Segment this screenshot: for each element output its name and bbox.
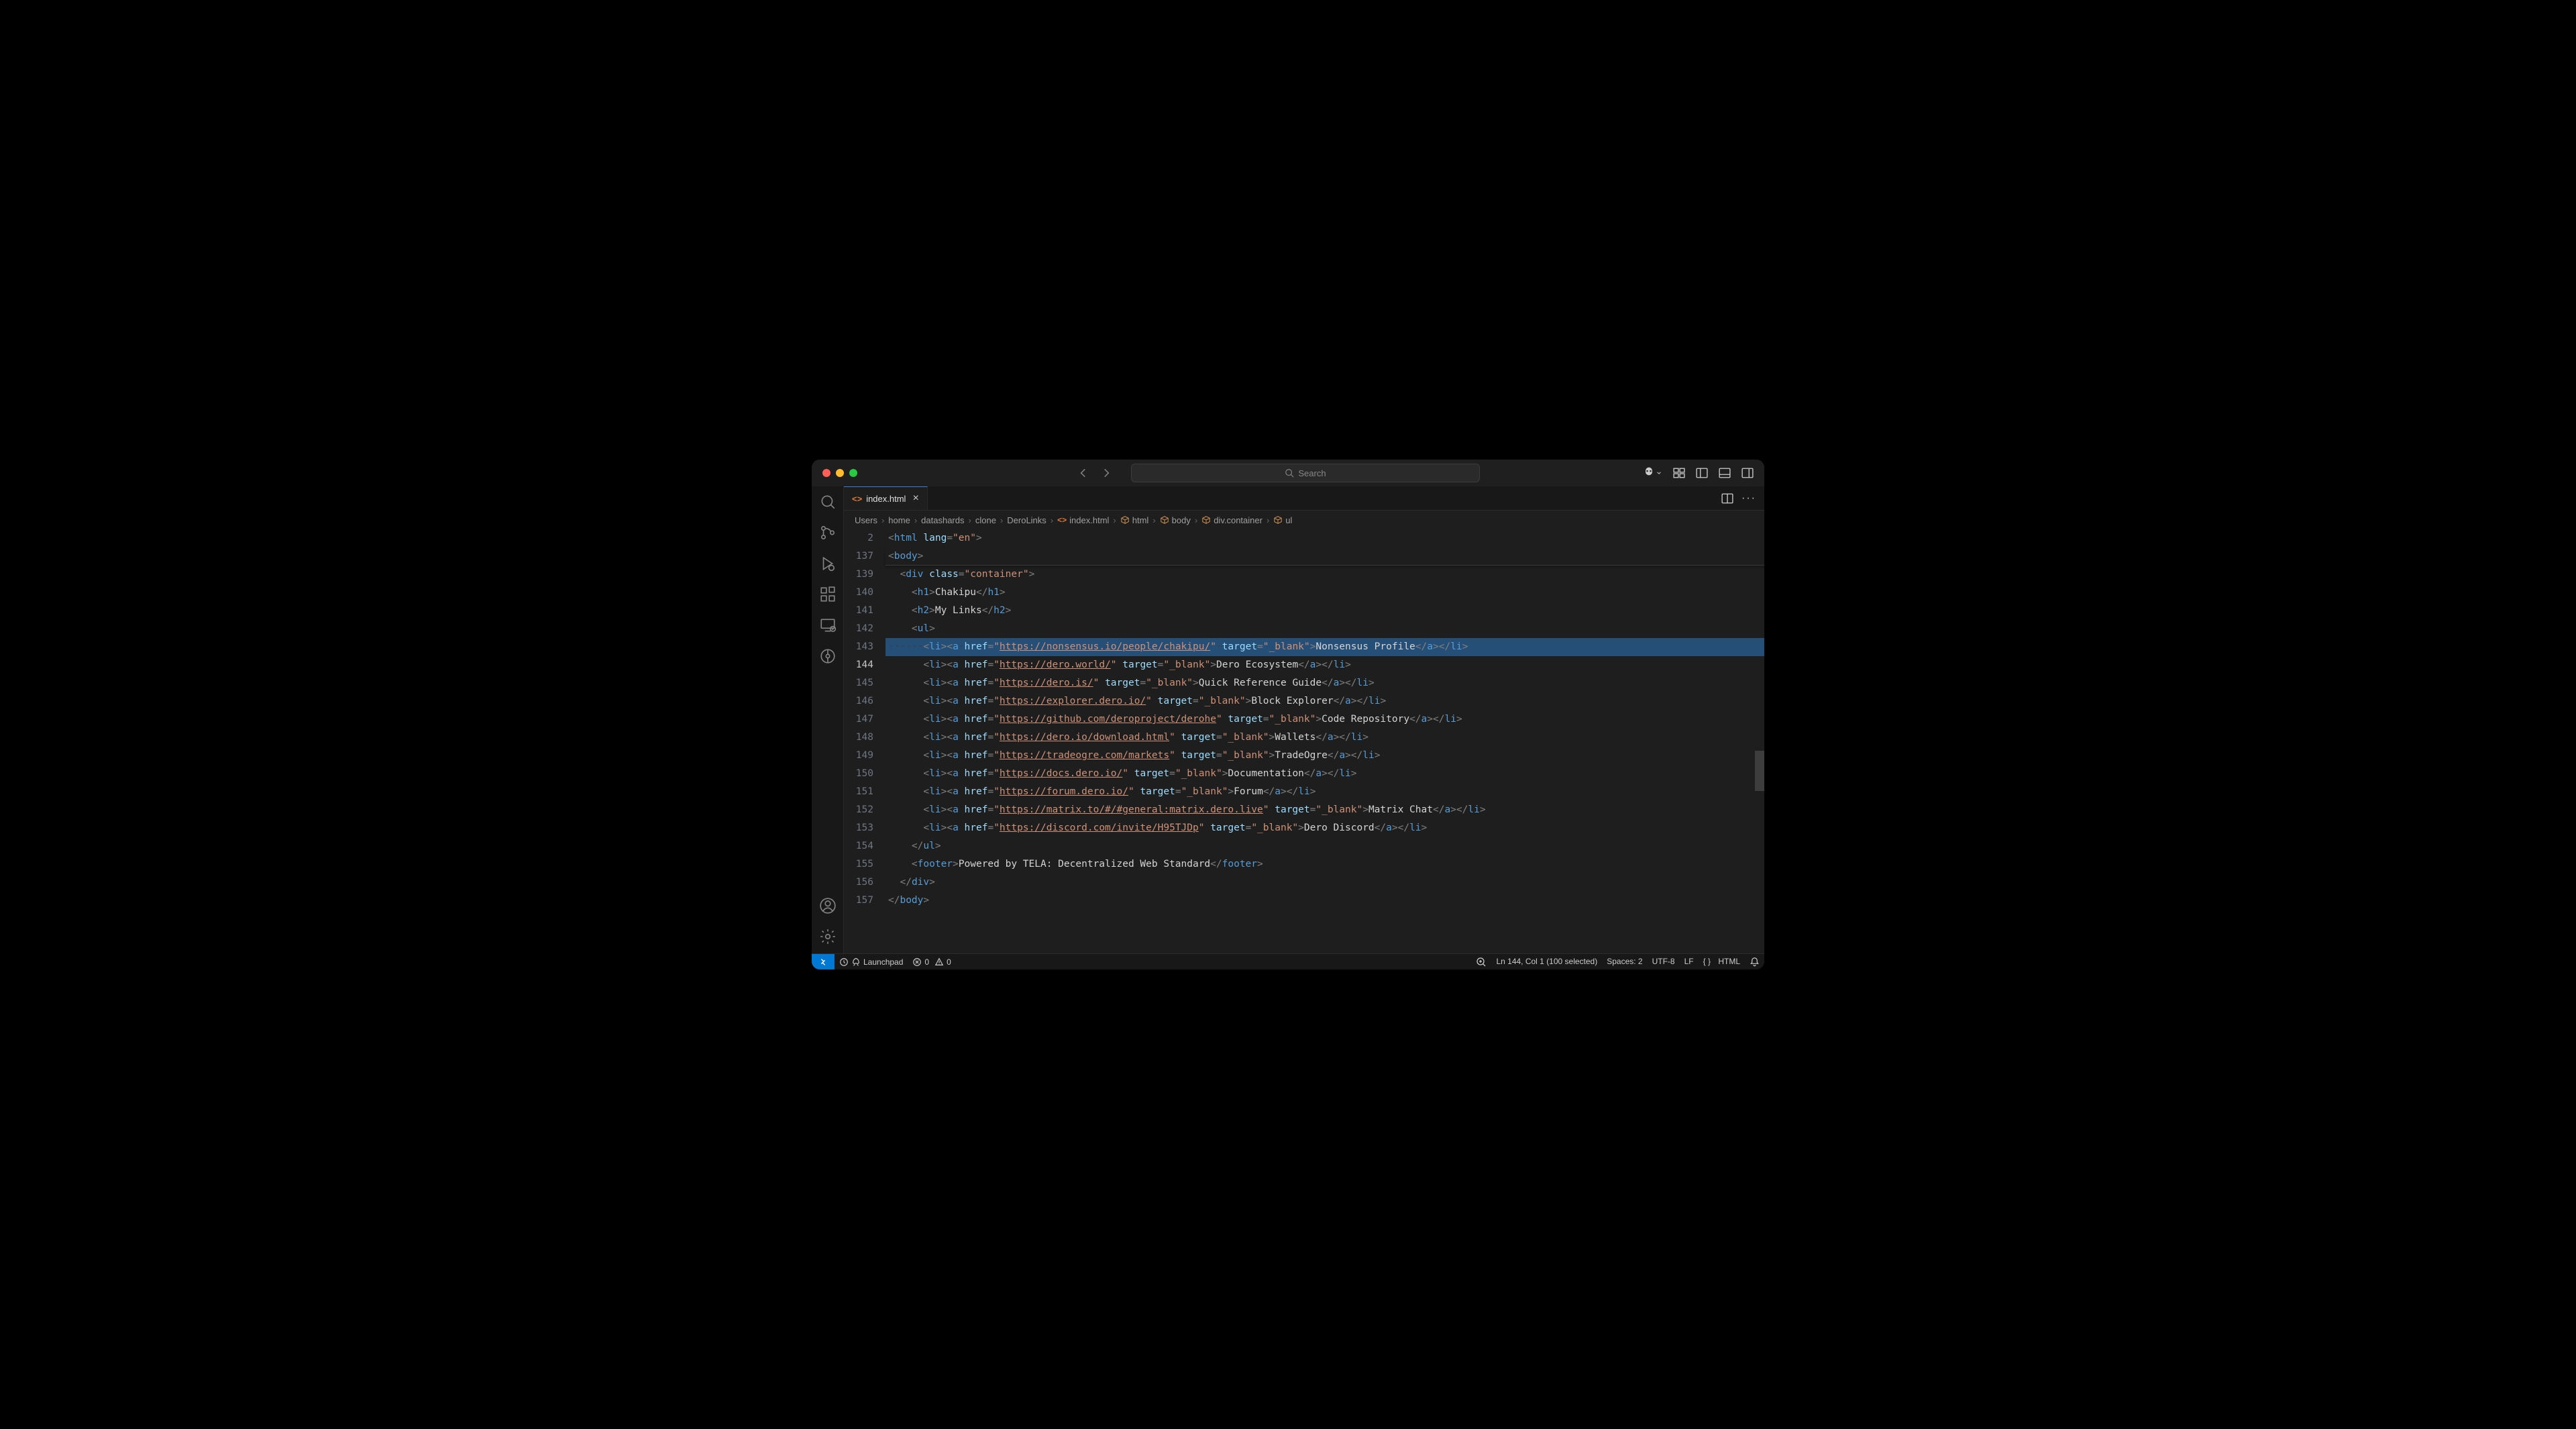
code-line[interactable]: <li><a href="https://dero.io/download.ht… [885, 729, 1764, 747]
customize-layout-icon[interactable] [1673, 467, 1685, 479]
breadcrumb-item[interactable]: <>index.html [1057, 515, 1109, 525]
error-count: 0 [924, 957, 929, 967]
breadcrumb-item[interactable]: DeroLinks [1007, 515, 1046, 525]
breadcrumb-item[interactable]: Users [855, 515, 877, 525]
code-line[interactable]: <div class="container"> [885, 566, 1764, 584]
symbol-icon [1160, 515, 1169, 525]
command-center-search[interactable]: Search [1131, 464, 1480, 482]
explorer-icon[interactable] [819, 493, 837, 511]
toggle-sidebar-icon[interactable] [1696, 467, 1708, 479]
line-number-gutter: 2137139140141142143144145146147148149150… [844, 529, 885, 953]
code-line[interactable]: <li><a href="https://dero.is/" target="_… [885, 674, 1764, 692]
nav-forward-button[interactable] [1100, 467, 1112, 479]
extensions-icon[interactable] [819, 586, 837, 603]
tab-filename: index.html [866, 494, 906, 504]
warning-icon [934, 957, 944, 967]
html-file-icon: <> [1057, 515, 1067, 525]
breadcrumb-item[interactable]: body [1160, 515, 1191, 525]
breadcrumb-item[interactable]: clone [975, 515, 996, 525]
code-line[interactable]: ······<li><a·href="https://nonsensus.io/… [885, 638, 1764, 656]
run-debug-icon[interactable] [819, 555, 837, 572]
vscode-window: Search [812, 460, 1764, 969]
code-line[interactable]: <li><a href="https://github.com/deroproj… [885, 710, 1764, 729]
code-line[interactable]: <li><a href="https://dero.world/" target… [885, 656, 1764, 674]
code-line[interactable]: <li><a href="https://docs.dero.io/" targ… [885, 765, 1764, 783]
tab-close-button[interactable]: × [912, 492, 918, 505]
gitlens-icon[interactable] [819, 647, 837, 665]
indentation-button[interactable]: Spaces: 2 [1602, 957, 1647, 966]
rocket-icon [851, 957, 861, 967]
clock-icon [839, 957, 849, 967]
tab-index-html[interactable]: <> index.html × [844, 486, 928, 510]
remote-indicator[interactable] [812, 954, 835, 969]
more-actions-icon[interactable]: ··· [1741, 492, 1756, 505]
code-line[interactable]: <h2>My Links</h2> [885, 602, 1764, 620]
breadcrumb-item[interactable]: div.container [1201, 515, 1263, 525]
split-editor-icon[interactable] [1721, 492, 1733, 505]
language-mode-button[interactable]: { } HTML [1699, 957, 1745, 966]
copilot-icon[interactable] [1642, 466, 1662, 480]
chevron-down-icon [1656, 470, 1662, 476]
code-line[interactable]: </body> [885, 892, 1764, 910]
code-line[interactable]: <li><a href="https://forum.dero.io/" tar… [885, 783, 1764, 801]
bell-icon [1750, 957, 1760, 967]
code-line[interactable]: <footer>Powered by TELA: Decentralized W… [885, 855, 1764, 874]
cursor-position[interactable]: Ln 144, Col 1 (100 selected) [1491, 957, 1602, 966]
status-bar: Launchpad 0 0 Ln 144, Col 1 (100 selecte… [812, 953, 1764, 969]
zoom-icon [1476, 957, 1487, 967]
maximize-window-button[interactable] [849, 469, 857, 477]
nav-back-button[interactable] [1077, 467, 1089, 479]
launchpad-label: Launchpad [863, 957, 903, 967]
warning-count: 0 [947, 957, 951, 967]
breadcrumb-item[interactable]: ul [1273, 515, 1292, 525]
editor-area: <> index.html × ··· Users›home›datashard… [844, 486, 1764, 953]
code-line[interactable]: <li><a href="https://tradeogre.com/marke… [885, 747, 1764, 765]
notifications-button[interactable] [1745, 957, 1764, 967]
minimap[interactable] [1755, 529, 1764, 953]
breadcrumb-item[interactable]: datashards [921, 515, 964, 525]
traffic-lights [822, 469, 857, 477]
toggle-panel-icon[interactable] [1719, 467, 1731, 479]
editor-tabs: <> index.html × ··· [844, 486, 1764, 511]
code-line[interactable]: <li><a href="https://matrix.to/#/#genera… [885, 801, 1764, 819]
search-placeholder: Search [1298, 468, 1326, 478]
minimap-slider[interactable] [1755, 751, 1764, 791]
search-icon [1285, 468, 1294, 478]
zoom-button[interactable] [1471, 957, 1491, 967]
code-line[interactable]: <ul> [885, 620, 1764, 638]
close-window-button[interactable] [822, 469, 830, 477]
braces-icon: { } [1703, 957, 1711, 966]
error-icon [912, 957, 922, 967]
html-file-icon: <> [852, 494, 862, 504]
code-line[interactable]: </ul> [885, 837, 1764, 855]
remote-explorer-icon[interactable] [819, 617, 837, 634]
breadcrumbs[interactable]: Users›home›datashards›clone›DeroLinks›<>… [844, 511, 1764, 529]
launchpad-button[interactable]: Launchpad [835, 954, 908, 969]
minimize-window-button[interactable] [836, 469, 844, 477]
accounts-icon[interactable] [819, 897, 837, 914]
source-control-icon[interactable] [819, 524, 837, 541]
titlebar: Search [812, 460, 1764, 486]
code-line[interactable]: </div> [885, 874, 1764, 892]
breadcrumb-item[interactable]: html [1120, 515, 1149, 525]
code-content[interactable]: <html lang="en"><body> <div class="conta… [885, 529, 1764, 953]
encoding-button[interactable]: UTF-8 [1648, 957, 1680, 966]
breadcrumb-item[interactable]: home [888, 515, 910, 525]
settings-gear-icon[interactable] [819, 928, 837, 945]
eol-button[interactable]: LF [1680, 957, 1699, 966]
symbol-icon [1201, 515, 1211, 525]
activity-bar [812, 486, 844, 953]
code-line[interactable]: <li><a href="https://explorer.dero.io/" … [885, 692, 1764, 710]
toggle-secondary-sidebar-icon[interactable] [1741, 467, 1754, 479]
symbol-icon [1273, 515, 1283, 525]
symbol-icon [1120, 515, 1130, 525]
code-line[interactable]: <li><a href="https://discord.com/invite/… [885, 819, 1764, 837]
code-editor[interactable]: 2137139140141142143144145146147148149150… [844, 529, 1764, 953]
code-line[interactable]: <h1>Chakipu</h1> [885, 584, 1764, 602]
problems-button[interactable]: 0 0 [908, 954, 955, 969]
